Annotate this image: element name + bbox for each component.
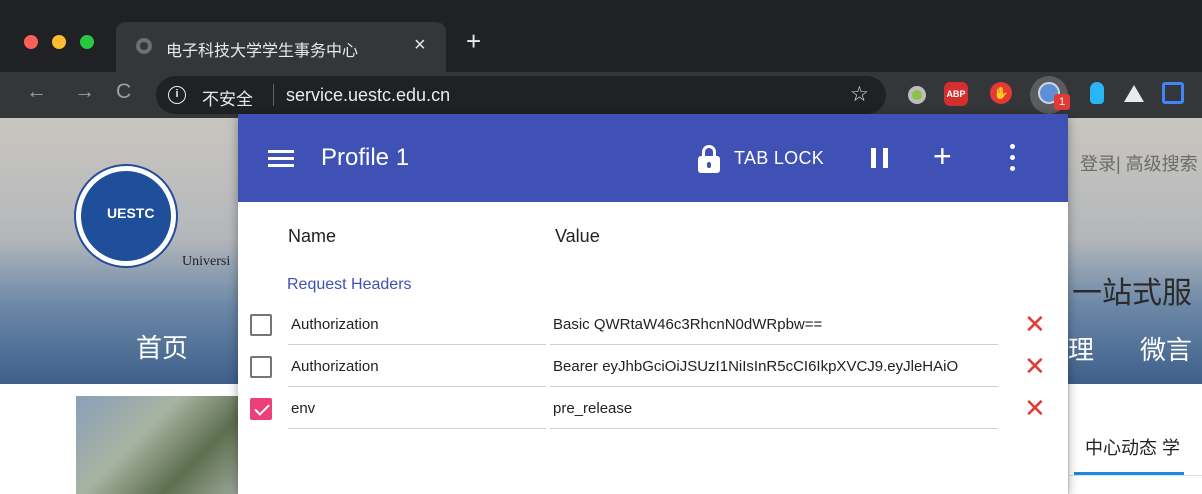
header-name-text: Authorization bbox=[291, 358, 379, 375]
header-enabled-checkbox[interactable] bbox=[250, 314, 272, 336]
menu-icon[interactable] bbox=[268, 150, 294, 168]
header-row: env pre_release ✕ bbox=[238, 388, 1068, 430]
header-value-field[interactable]: Basic QWRtaW46c3RhcnN0dWRpbw== bbox=[550, 304, 998, 345]
lock-icon[interactable] bbox=[698, 145, 720, 173]
forward-arrow-icon[interactable]: → bbox=[74, 80, 95, 104]
header-name-field[interactable]: env bbox=[288, 388, 546, 429]
slogan-text: 一站式服 bbox=[1072, 276, 1192, 311]
security-label[interactable]: 不安全 bbox=[202, 85, 253, 110]
add-icon[interactable]: + bbox=[933, 138, 952, 174]
divider bbox=[1068, 384, 1069, 494]
tab-lock-button[interactable]: TAB LOCK bbox=[734, 148, 824, 169]
adblock-plus-icon[interactable]: ABP bbox=[944, 82, 968, 106]
address-bar[interactable]: i 不安全 service.uestc.edu.cn ☆ bbox=[156, 76, 886, 114]
header-row: Authorization Basic QWRtaW46c3RhcnN0dWRp… bbox=[238, 304, 1068, 346]
column-header-value: Value bbox=[555, 226, 600, 246]
tab-strip: 电子科技大学学生事务中心 × + bbox=[0, 0, 1202, 72]
header-value-text: pre_release bbox=[553, 400, 633, 417]
university-name: Universi bbox=[182, 254, 231, 269]
column-header-name: Name bbox=[288, 226, 337, 246]
nav-link-partial[interactable]: 理 bbox=[1068, 330, 1094, 367]
tab-title: 电子科技大学学生事务中心 bbox=[166, 43, 359, 60]
drive-extension-icon[interactable] bbox=[1124, 85, 1144, 102]
header-name-field[interactable]: Authorization bbox=[288, 346, 546, 387]
minimize-window-button[interactable] bbox=[52, 35, 66, 49]
tab-underline-rule bbox=[1068, 475, 1202, 476]
stop-hand-extension-icon[interactable]: ✋ bbox=[990, 82, 1012, 104]
browser-tab[interactable]: 电子科技大学学生事务中心 × bbox=[116, 22, 446, 72]
more-vert-icon[interactable] bbox=[1010, 144, 1016, 172]
popup-app-bar: Profile 1 TAB LOCK + bbox=[238, 114, 1068, 202]
close-window-button[interactable] bbox=[24, 35, 38, 49]
delete-icon[interactable]: ✕ bbox=[1024, 395, 1046, 421]
modheader-popup: Profile 1 TAB LOCK + Name Value Request … bbox=[238, 114, 1068, 494]
lightbulb-extension-icon[interactable] bbox=[1090, 82, 1104, 104]
active-tab-indicator bbox=[1074, 472, 1184, 475]
news-photo[interactable] bbox=[76, 396, 240, 494]
header-name-text: Authorization bbox=[291, 316, 379, 333]
tab-center-news[interactable]: 中心动态 学 bbox=[1085, 434, 1180, 460]
bookmark-star-icon[interactable]: ☆ bbox=[850, 82, 869, 107]
new-tab-button[interactable]: + bbox=[466, 28, 481, 54]
url-text[interactable]: service.uestc.edu.cn bbox=[286, 85, 450, 106]
header-name-field[interactable]: Authorization bbox=[288, 304, 546, 345]
header-enabled-checkbox[interactable] bbox=[250, 356, 272, 378]
back-arrow-icon[interactable]: ← bbox=[26, 80, 47, 104]
delete-icon[interactable]: ✕ bbox=[1024, 311, 1046, 337]
header-name-text: env bbox=[291, 400, 316, 417]
header-value-text: Bearer eyJhbGciOiJSUzI1NiIsInR5cCI6IkpXV… bbox=[553, 358, 959, 375]
omnibox-divider bbox=[273, 84, 274, 106]
header-value-field[interactable]: Bearer eyJhbGciOiJSUzI1NiIsInR5cCI6IkpXV… bbox=[550, 346, 998, 387]
request-headers-section-title: Request Headers bbox=[287, 276, 412, 293]
logo-lettering: UESTC bbox=[107, 205, 155, 221]
login-links[interactable]: 登录| 高级搜索 bbox=[1080, 150, 1198, 176]
tab-close-icon[interactable]: × bbox=[414, 34, 426, 57]
header-value-text: Basic QWRtaW46c3RhcnN0dWRpbw== bbox=[553, 316, 823, 333]
profile-title[interactable]: Profile 1 bbox=[321, 144, 409, 172]
browser-toolbar: ← → C i 不安全 service.uestc.edu.cn ☆ ABP ✋… bbox=[0, 72, 1202, 118]
delete-icon[interactable]: ✕ bbox=[1024, 353, 1046, 379]
pause-icon[interactable] bbox=[871, 148, 889, 168]
maximize-window-button[interactable] bbox=[80, 35, 94, 49]
open-in-new-extension-icon[interactable] bbox=[1162, 82, 1184, 104]
reload-icon[interactable]: C bbox=[116, 80, 131, 104]
info-icon[interactable]: i bbox=[168, 86, 186, 104]
browser-window: 电子科技大学学生事务中心 × + ← → C i 不安全 service.ues… bbox=[0, 0, 1202, 494]
university-logo: UESTC bbox=[76, 166, 176, 266]
nav-link-weiyan[interactable]: 微言 bbox=[1140, 330, 1192, 367]
nav-home-link[interactable]: 首页 bbox=[136, 328, 188, 365]
extension-badge: 1 bbox=[1054, 94, 1070, 110]
header-row: Authorization Bearer eyJhbGciOiJSUzI1NiI… bbox=[238, 346, 1068, 388]
extension-circle-icon[interactable] bbox=[908, 86, 926, 104]
favicon-icon bbox=[136, 38, 152, 54]
header-enabled-checkbox[interactable] bbox=[250, 398, 272, 420]
header-value-field[interactable]: pre_release bbox=[550, 388, 998, 429]
